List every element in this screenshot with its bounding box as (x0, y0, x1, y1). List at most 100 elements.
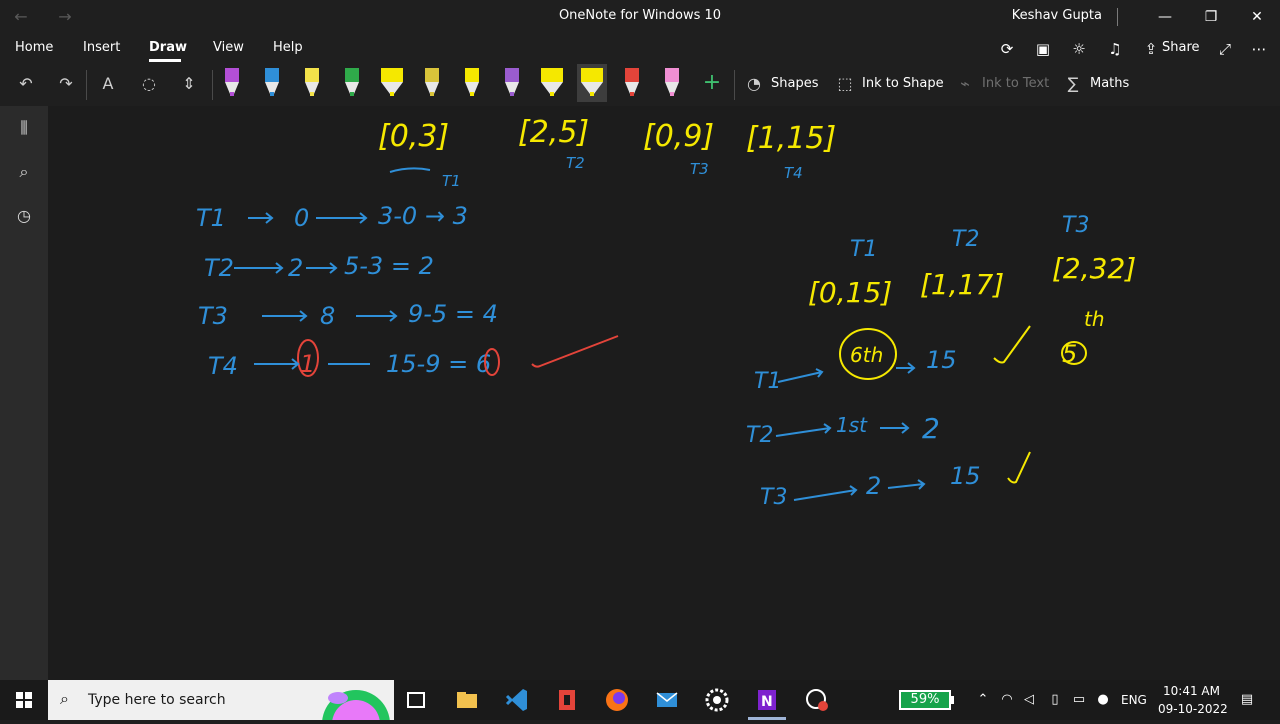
left-row-3-label: T3 (198, 302, 228, 330)
tablet-icon[interactable]: ▯ (1046, 690, 1064, 710)
fullscreen-icon[interactable]: ⤢ (1214, 38, 1236, 60)
tab-help[interactable]: Help (273, 40, 303, 55)
interval-3: [0,9] (643, 119, 714, 154)
left-row-4-label: T4 (208, 352, 238, 380)
shapes-button[interactable]: Shapes (771, 76, 818, 91)
lightbulb-icon[interactable]: ☼ (1068, 38, 1090, 60)
pen-icon (541, 68, 563, 96)
search-icon[interactable]: ⌕ (12, 160, 36, 184)
pen-1[interactable] (217, 64, 247, 102)
share-icon[interactable]: ⇪ (1140, 38, 1162, 60)
right-row-1-end: 15 (926, 346, 957, 374)
right-row-1-start: 6th (850, 343, 883, 367)
interval-1: [0,3] (378, 119, 449, 154)
clock-time[interactable]: 10:41 AM (1163, 684, 1220, 698)
pen-7[interactable] (457, 64, 487, 102)
battery-indicator[interactable]: 59% (899, 690, 951, 710)
pen-2[interactable] (257, 64, 287, 102)
firefox-icon[interactable] (601, 684, 633, 716)
left-row-1-rest: 3-0 → 3 (378, 202, 468, 230)
bell-icon[interactable]: ♫ (1104, 38, 1126, 60)
notebook-view-icon[interactable]: ▣ (1032, 38, 1054, 60)
chevron-up-icon[interactable]: ⌃ (974, 690, 992, 710)
title-bar: ← → OneNote for Windows 10 Keshav Gupta … (0, 0, 1280, 34)
pen-9[interactable] (537, 64, 567, 102)
redo-icon[interactable]: ↷ (54, 72, 78, 96)
ink-to-shape-button[interactable]: Ink to Shape (862, 76, 944, 91)
recorder-icon[interactable] (801, 684, 833, 716)
start-button[interactable] (0, 680, 48, 720)
taskbar-search[interactable]: ⌕ Type here to search (48, 680, 394, 720)
notebooks-icon[interactable]: ⫼ (12, 116, 36, 140)
task-view-icon[interactable] (400, 684, 432, 716)
minimize-button[interactable]: — (1142, 0, 1188, 34)
recent-notes-icon[interactable]: ◷ (12, 204, 36, 228)
pen-icon (665, 68, 679, 96)
interval-tag-4: T4 (784, 164, 803, 182)
pen-icon (225, 68, 239, 96)
tab-draw[interactable]: Draw (149, 40, 187, 55)
toolbar-separator (734, 70, 735, 100)
lasso-select-icon[interactable]: ◌ (137, 72, 161, 96)
language-indicator[interactable]: ENG (1121, 693, 1147, 707)
left-sidebar: ⫼ ⌕ ◷ (0, 106, 48, 680)
right-row-3-start: 2 (866, 472, 881, 500)
add-pen-icon[interactable]: + (700, 71, 724, 95)
shapes-icon[interactable]: ◔ (742, 72, 766, 96)
tab-home[interactable]: Home (15, 40, 53, 55)
settings-app-icon[interactable] (701, 684, 733, 716)
tab-view[interactable]: View (213, 40, 244, 55)
type-select-icon[interactable]: A (96, 72, 120, 96)
pen-6[interactable] (417, 64, 447, 102)
microphone-icon[interactable]: ● (1094, 690, 1112, 710)
right-row-1-label: T1 (754, 369, 781, 394)
pen-11[interactable] (617, 64, 647, 102)
clock-date[interactable]: 09-10-2022 (1158, 702, 1228, 716)
left-row-3-start: 8 (320, 302, 335, 330)
share-button[interactable]: Share (1162, 40, 1200, 55)
ink-to-shape-icon[interactable]: ⬚ (833, 72, 857, 96)
add-space-icon[interactable]: ⇕ (177, 72, 201, 96)
interval-tag-1: T1 (442, 172, 461, 190)
right-row-3-label: T3 (760, 485, 787, 510)
pen-icon (505, 68, 519, 96)
pen-4[interactable] (337, 64, 367, 102)
interval-tag-2: T2 (566, 154, 585, 172)
vscode-icon[interactable] (501, 684, 533, 716)
title-separator (1117, 8, 1118, 26)
pen-3[interactable] (297, 64, 327, 102)
pen-icon (625, 68, 639, 96)
ink-check-yellow (993, 325, 1031, 364)
ink-check-red (531, 335, 619, 368)
pen-8[interactable] (497, 64, 527, 102)
active-tab-indicator (149, 59, 181, 62)
notifications-icon[interactable]: ▤ (1238, 690, 1256, 710)
battery-tray-icon[interactable]: ▭ (1070, 690, 1088, 710)
left-row-1-start: 0 (294, 204, 309, 232)
undo-icon[interactable]: ↶ (14, 72, 38, 96)
interval-4: [1,15] (746, 121, 836, 156)
sync-icon[interactable]: ⟳ (996, 38, 1018, 60)
restore-button[interactable]: ❐ (1188, 0, 1234, 34)
more-options-icon[interactable]: ⋯ (1248, 38, 1270, 60)
note-canvas[interactable]: [0,3] [2,5] [0,9] [1,15] T1 T2 T3 T4 T1 … (48, 106, 1280, 680)
mail-icon[interactable] (651, 684, 683, 716)
ink-drawing: [0,3] [2,5] [0,9] [1,15] T1 T2 T3 T4 T1 … (196, 115, 1136, 510)
right-tag-3: T3 (1062, 213, 1089, 238)
pen-5[interactable] (377, 64, 407, 102)
volume-icon[interactable]: ◁ (1020, 690, 1038, 710)
wifi-icon[interactable]: ◠ (998, 690, 1016, 710)
pen-10[interactable] (577, 64, 607, 102)
file-explorer-icon[interactable] (451, 684, 483, 716)
onenote-taskbar-icon[interactable]: N (751, 684, 783, 716)
maths-icon[interactable]: ∑ (1061, 72, 1085, 96)
left-row-2-label: T2 (204, 254, 234, 282)
interval-tag-3: T3 (690, 160, 709, 178)
ink-to-text-icon: ⌁ (960, 74, 970, 93)
maths-button[interactable]: Maths (1090, 76, 1129, 91)
user-name[interactable]: Keshav Gupta (1012, 8, 1102, 23)
pen-12[interactable] (657, 64, 687, 102)
office-icon[interactable] (551, 684, 583, 716)
close-button[interactable]: ✕ (1234, 0, 1280, 34)
tab-insert[interactable]: Insert (83, 40, 120, 55)
